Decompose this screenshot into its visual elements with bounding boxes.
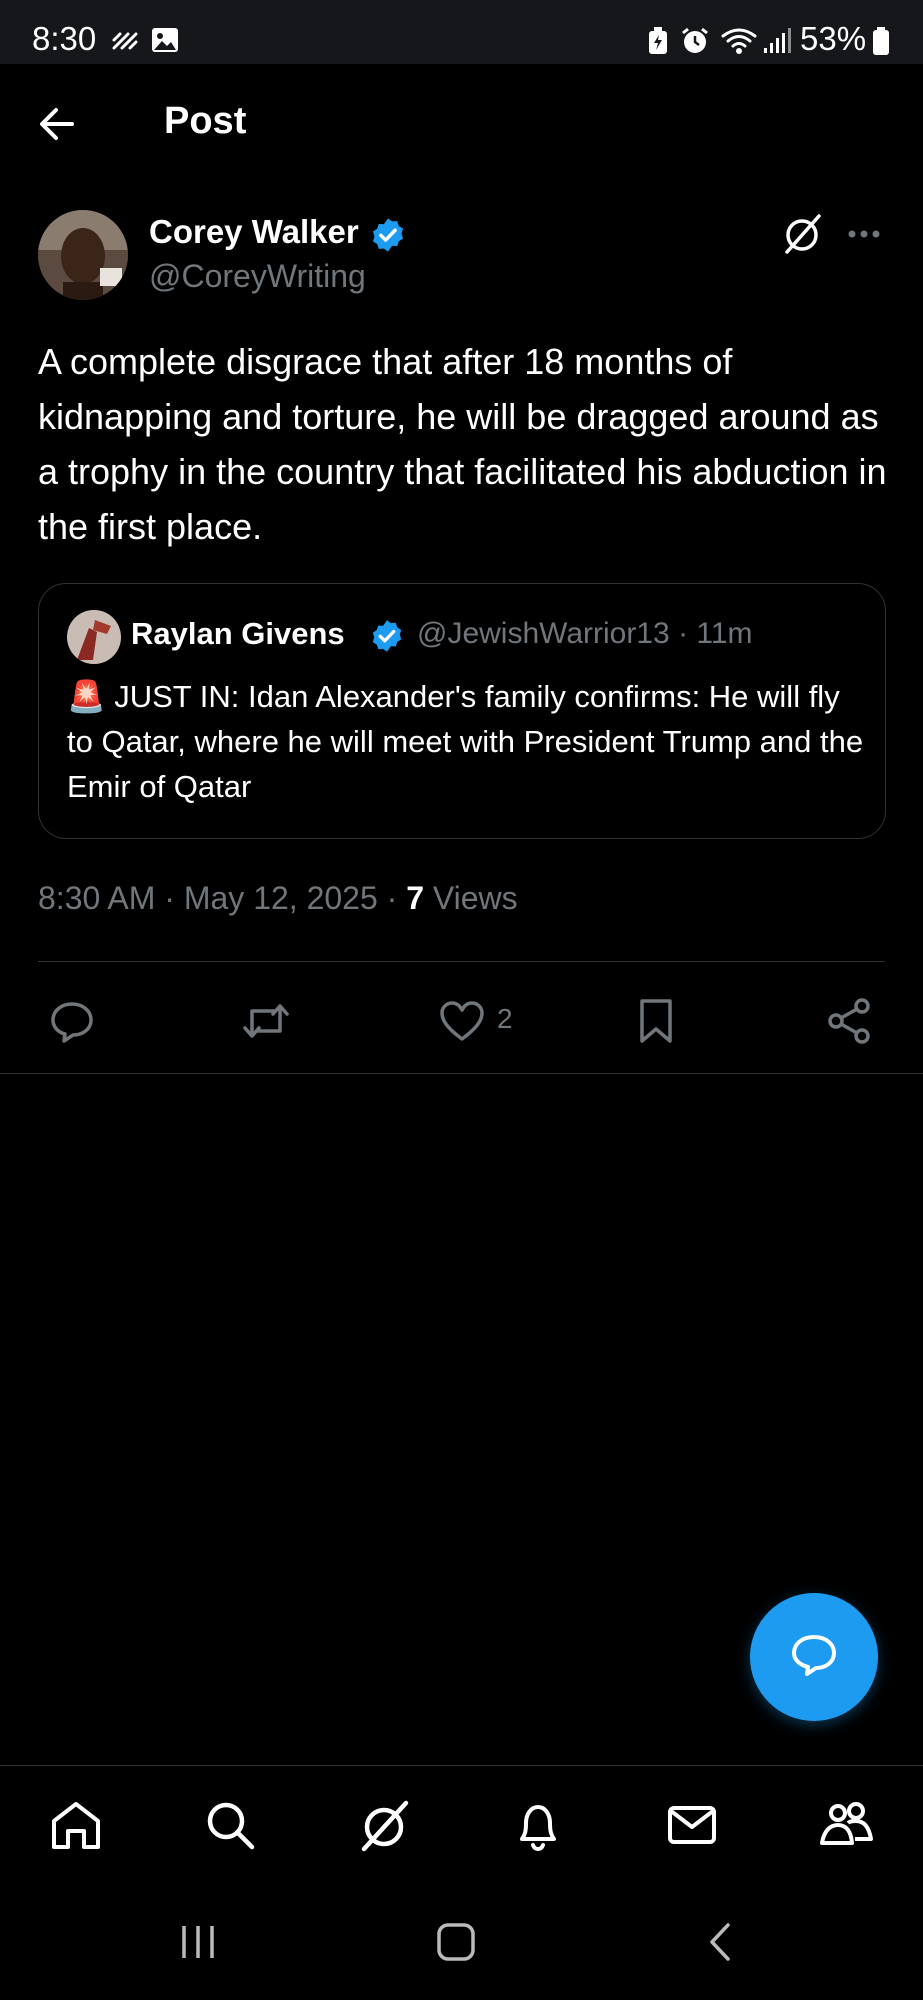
verified-badge-icon bbox=[369, 618, 405, 654]
post-text: A complete disgrace that after 18 months… bbox=[38, 341, 887, 547]
quoted-author-avatar bbox=[67, 610, 121, 664]
post-timestamp: 8:30 AM · May 12, 2025 · 7 Views bbox=[38, 880, 518, 917]
quoted-author-name: Raylan Givens bbox=[131, 616, 345, 651]
grok-tab[interactable] bbox=[356, 1797, 412, 1853]
gallery-icon bbox=[150, 26, 180, 56]
battery-icon bbox=[872, 26, 890, 56]
search-tab[interactable] bbox=[202, 1797, 258, 1853]
home-icon bbox=[52, 1802, 100, 1849]
share-icon bbox=[828, 998, 870, 1044]
messages-tab[interactable] bbox=[664, 1797, 720, 1853]
quoted-post-card[interactable]: Raylan Givens @JewishWarrior13 · 11m 🚨 J… bbox=[38, 583, 886, 839]
grok-icon bbox=[361, 1800, 409, 1852]
reply-bubble-icon bbox=[792, 1635, 836, 1676]
battery-saver-icon bbox=[646, 26, 670, 56]
author-name[interactable]: Corey Walker bbox=[149, 213, 359, 251]
battery-percent: 53% bbox=[800, 20, 867, 57]
verified-badge-icon bbox=[369, 216, 407, 254]
like-count: 2 bbox=[497, 1003, 513, 1034]
home-square-icon bbox=[437, 1923, 475, 1961]
chevron-left-icon bbox=[710, 1923, 730, 1961]
mail-icon bbox=[668, 1806, 716, 1844]
views-count: 7 bbox=[406, 880, 424, 916]
author-avatar[interactable] bbox=[38, 210, 128, 300]
communities-tab[interactable] bbox=[818, 1797, 874, 1853]
quoted-text-body: JUST IN: Idan Alexander's family confirm… bbox=[67, 679, 864, 804]
page-title: Post bbox=[164, 100, 247, 142]
bell-icon bbox=[520, 1805, 556, 1852]
quoted-author-handle: @JewishWarrior13 · 11m bbox=[417, 617, 753, 650]
bookmark-icon bbox=[640, 999, 672, 1043]
status-time: 8:30 bbox=[32, 20, 97, 57]
search-icon bbox=[207, 1802, 255, 1850]
more-options-icon[interactable] bbox=[846, 222, 882, 246]
siren-emoji: 🚨 bbox=[67, 679, 106, 714]
compose-reply-button[interactable] bbox=[750, 1593, 878, 1721]
signal-dots-icon bbox=[110, 26, 140, 56]
cell-signal-icon bbox=[762, 26, 792, 56]
recent-apps-button[interactable] bbox=[178, 1922, 218, 1962]
wifi-icon bbox=[720, 26, 758, 56]
like-button[interactable] bbox=[436, 995, 488, 1047]
author-handle[interactable]: @CoreyWriting bbox=[149, 258, 366, 295]
divider bbox=[0, 1073, 923, 1074]
bookmark-button[interactable] bbox=[630, 995, 682, 1047]
alarm-icon bbox=[680, 26, 710, 56]
grok-icon[interactable] bbox=[781, 212, 823, 256]
share-button[interactable] bbox=[824, 995, 876, 1047]
home-tab[interactable] bbox=[48, 1797, 104, 1853]
timestamp-text: 8:30 AM · May 12, 2025 · bbox=[38, 880, 407, 916]
reply-button[interactable] bbox=[46, 995, 98, 1047]
arrow-left-icon bbox=[40, 108, 74, 140]
divider bbox=[38, 961, 885, 962]
home-system-button[interactable] bbox=[436, 1922, 476, 1962]
recents-icon bbox=[182, 1926, 214, 1958]
views-label: Views bbox=[423, 880, 518, 916]
bottom-navigation bbox=[0, 1765, 923, 1874]
notifications-tab[interactable] bbox=[510, 1797, 566, 1853]
reply-icon bbox=[51, 1002, 93, 1043]
heart-icon bbox=[440, 1001, 484, 1041]
back-system-button[interactable] bbox=[702, 1922, 742, 1962]
repost-button[interactable] bbox=[240, 995, 292, 1047]
communities-icon bbox=[820, 1802, 873, 1845]
repost-icon bbox=[243, 1004, 289, 1038]
back-button[interactable] bbox=[36, 102, 84, 146]
quoted-post-text: 🚨 JUST IN: Idan Alexander's family confi… bbox=[67, 674, 867, 809]
